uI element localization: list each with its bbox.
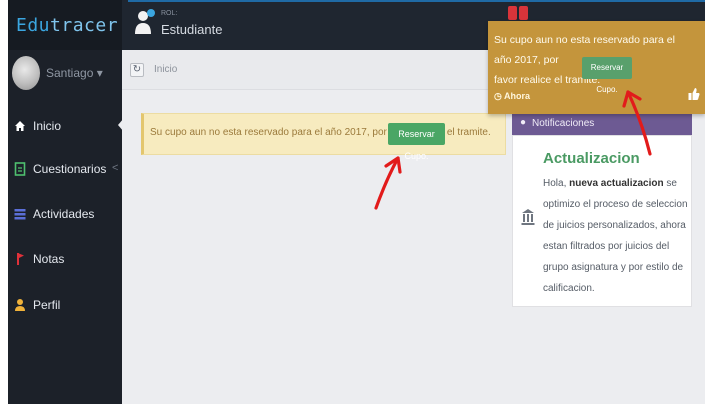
sidebar-item-label: Cuestionarios xyxy=(33,162,107,176)
notification-card: Actualizacion Hola, nueva actualizacion … xyxy=(512,135,692,307)
notification-text: Hola, nueva actualizacion se optimizo el… xyxy=(543,178,688,294)
alert-button-1[interactable] xyxy=(508,6,517,20)
sidebar-item-label: Actividades xyxy=(33,207,95,221)
user-menu[interactable]: Santiago ▾ xyxy=(8,56,122,96)
sidebar-item-inicio[interactable]: Inicio xyxy=(8,111,122,141)
top-accent-line xyxy=(128,0,705,2)
toast-reserve-seat-button[interactable]: Reservar Cupo. xyxy=(582,57,632,94)
flag-icon xyxy=(17,253,24,265)
annotation-arrow-left xyxy=(374,156,402,210)
list-icon xyxy=(14,209,26,220)
sidebar-item-perfil[interactable]: Perfil xyxy=(8,290,122,320)
bulb-icon: ● xyxy=(520,117,527,128)
student-role-icon xyxy=(135,9,155,34)
app-window: Edutracer ROL: Estudiante Santiago ▾ Ini… xyxy=(8,0,705,404)
chevron-left-icon: < xyxy=(112,162,119,174)
role-caption: ROL: xyxy=(161,10,178,17)
reservation-alert: Su cupo aun no esta reservado para el añ… xyxy=(141,113,506,161)
brand-area[interactable]: Edutracer xyxy=(8,0,122,50)
sidebar-item-actividades[interactable]: Actividades xyxy=(8,199,122,229)
breadcrumb-item-inicio[interactable]: Inicio xyxy=(154,64,177,75)
sidebar-item-label: Inicio xyxy=(33,119,62,133)
role-name: Estudiante xyxy=(161,22,223,37)
user-name: Santiago ▾ xyxy=(46,66,103,80)
avatar xyxy=(12,56,40,90)
brand-logo: Edutracer xyxy=(16,15,119,36)
user-icon xyxy=(15,299,25,311)
reserve-seat-button[interactable]: Reservar Cupo. xyxy=(388,123,445,161)
document-icon xyxy=(14,162,26,176)
sidebar-item-label: Perfil xyxy=(33,298,61,312)
sidebar-item-label: Notas xyxy=(33,252,65,266)
sidebar-item-cuestionarios[interactable]: Cuestionarios < xyxy=(8,154,122,184)
notifications-title: Notificaciones xyxy=(532,118,595,129)
bank-icon xyxy=(521,209,535,225)
refresh-button[interactable]: ↻ xyxy=(130,63,144,77)
toast-timestamp: ◷ Ahora xyxy=(494,91,531,101)
sidebar-item-notas[interactable]: Notas xyxy=(8,244,122,274)
refresh-icon: ↻ xyxy=(132,64,142,75)
home-icon xyxy=(15,121,25,131)
sidebar: Santiago ▾ Inicio Cuestionarios < Activi… xyxy=(8,50,122,404)
thumbs-up-icon[interactable] xyxy=(688,87,700,101)
alert-button-2[interactable] xyxy=(519,6,528,20)
notifications-header: ● Notificaciones xyxy=(512,112,692,135)
clock-icon: ◷ xyxy=(494,91,502,101)
notification-title: Actualizacion xyxy=(543,150,640,167)
reservation-toast: Su cupo aun no esta reservado para el añ… xyxy=(488,21,705,114)
sidebar-collapse-toggle[interactable] xyxy=(118,118,124,132)
